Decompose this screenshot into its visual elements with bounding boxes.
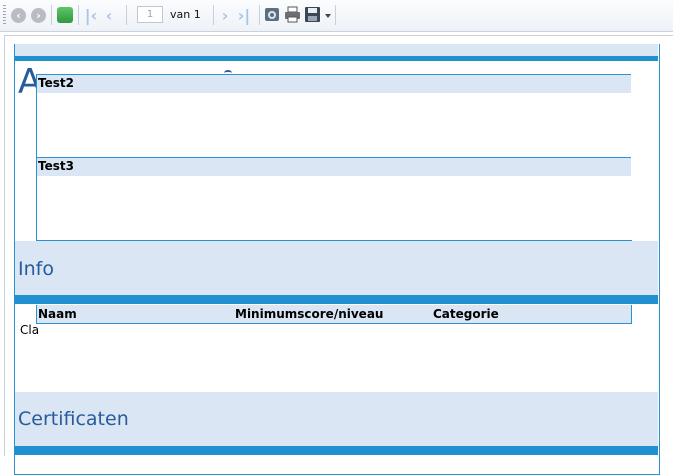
toolbar-grip — [3, 5, 6, 25]
export-icon — [265, 8, 279, 21]
toolbar-separator — [335, 5, 336, 25]
first-page-button[interactable]: |‹ — [83, 5, 99, 25]
first-page-icon: |‹ — [84, 5, 98, 25]
toolbar-separator — [78, 5, 79, 25]
column-header-categorie: Categorie — [433, 307, 499, 321]
print-button[interactable] — [284, 6, 301, 23]
certificates-accent-bar — [15, 446, 658, 455]
forward-button[interactable]: › — [30, 6, 47, 24]
toolbar-separator — [51, 5, 52, 25]
column-header-naam: Naam — [38, 307, 77, 321]
back-button[interactable]: ‹ — [10, 6, 27, 24]
table-header-row: Naam Minimumscore/niveau Categorie — [36, 305, 632, 324]
column-header-minimumscore: Minimumscore/niveau — [235, 307, 384, 321]
last-page-button[interactable]: ›| — [235, 5, 253, 25]
next-page-icon: › — [221, 5, 229, 25]
top-accent-bar — [15, 56, 658, 61]
previous-page-button[interactable]: ‹ — [102, 5, 116, 25]
back-icon: ‹ — [11, 7, 26, 23]
info-accent-bar — [15, 295, 658, 304]
section-label: Test2 — [38, 76, 74, 90]
info-band — [15, 241, 658, 295]
page-count-label: van 1 — [170, 8, 201, 21]
section-test2: Test2 — [37, 74, 631, 93]
forward-icon: › — [31, 7, 46, 23]
refresh-icon — [57, 7, 73, 23]
section-label: Test3 — [38, 159, 74, 173]
previous-page-icon: ‹ — [105, 5, 113, 25]
info-title: Info — [18, 258, 54, 280]
toolbar-separator — [259, 5, 260, 25]
clipped-text: Cla — [20, 323, 40, 337]
dropdown-arrow-icon[interactable] — [325, 14, 331, 18]
toolbar-separator — [126, 5, 127, 25]
print-icon — [285, 6, 300, 23]
toolbar-separator — [213, 5, 214, 25]
section-test3: Test3 — [37, 157, 631, 176]
last-page-icon: ›| — [237, 5, 251, 25]
export-button[interactable] — [264, 6, 281, 23]
save-icon — [305, 7, 320, 22]
save-button[interactable] — [304, 6, 321, 23]
page-number-input[interactable]: 1 — [137, 6, 163, 23]
certificates-title: Certificaten — [18, 408, 129, 430]
refresh-button[interactable] — [56, 6, 74, 24]
next-page-button[interactable]: › — [218, 5, 232, 25]
report-viewer-toolbar: ‹ › |‹ ‹ 1 van 1 › ›| — [0, 0, 673, 32]
